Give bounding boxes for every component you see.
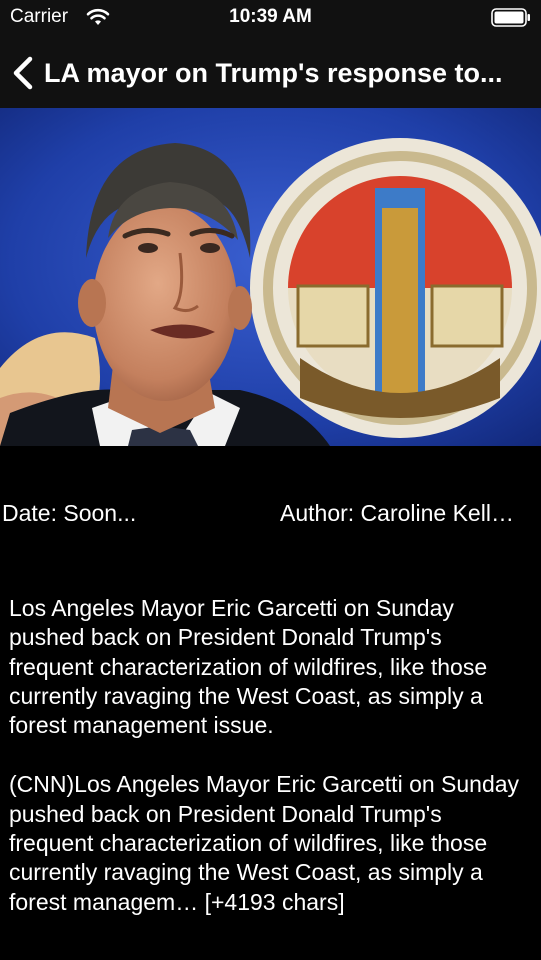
article-date: Date: Soon...	[2, 500, 137, 526]
article-description: Los Angeles Mayor Eric Garcetti on Sunda…	[9, 595, 488, 739]
article-content: (CNN)Los Angeles Mayor Eric Garcetti on …	[9, 771, 520, 915]
back-button[interactable]: LA mayor on Trump's response to...	[10, 50, 530, 96]
chevron-left-icon	[13, 56, 33, 90]
battery-icon	[491, 8, 530, 27]
navigation-bar: LA mayor on Trump's response to...	[0, 38, 541, 109]
article-hero-image	[0, 108, 541, 446]
status-bar: Carrier 10:39 AM	[0, 0, 541, 38]
status-time: 10:39 AM	[229, 6, 312, 27]
article-meta: Date: Soon... Author: Caroline Kell…	[0, 500, 541, 530]
article-body: Los Angeles Mayor Eric Garcetti on Sunda…	[9, 594, 529, 947]
city-seal	[250, 138, 541, 438]
page-title: LA mayor on Trump's response to...	[44, 57, 503, 88]
article-author: Author: Caroline Kell…	[280, 500, 514, 526]
hero-photo	[0, 108, 541, 446]
